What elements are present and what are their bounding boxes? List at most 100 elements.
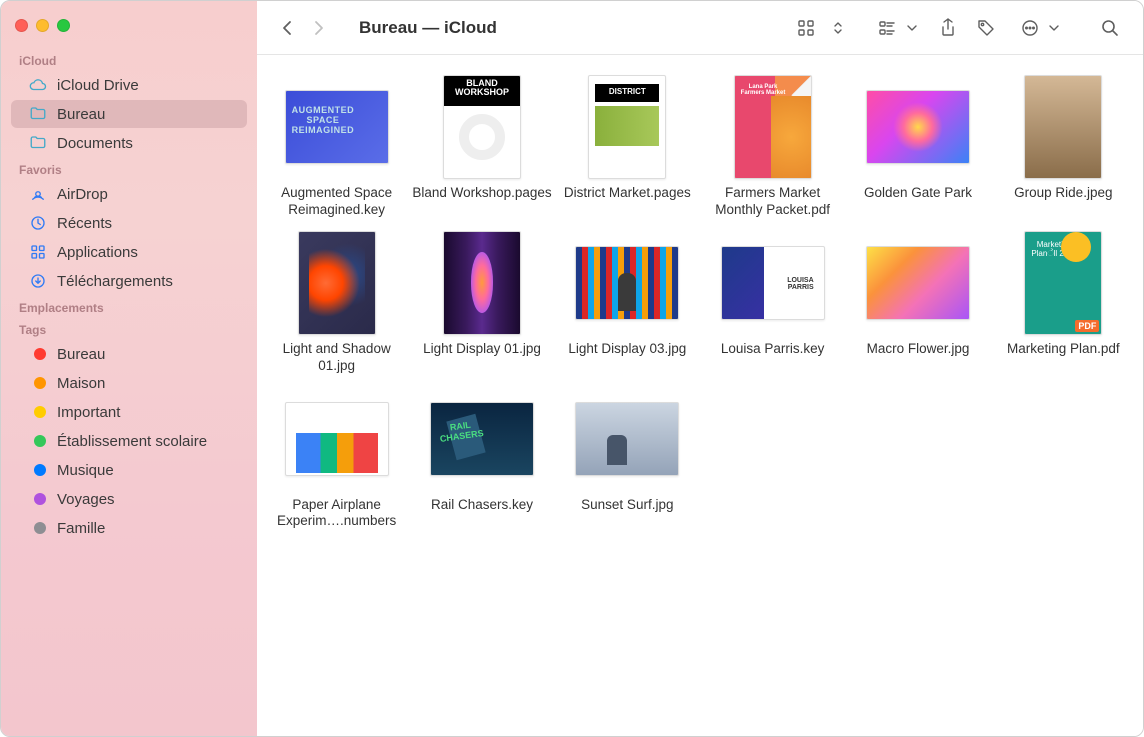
fullscreen-window-button[interactable] xyxy=(57,19,70,32)
sidebar-item-label: Récents xyxy=(57,215,112,232)
sidebar-item-airdrop[interactable]: AirDrop xyxy=(11,180,247,208)
file-name-label: Group Ride.jpeg xyxy=(1014,185,1112,202)
chevron-down-icon[interactable] xyxy=(905,15,919,41)
file-thumbnail xyxy=(430,231,534,335)
view-icon-grid-button[interactable] xyxy=(791,15,821,41)
file-grid-area: Augmented Space Reimagined.keyBLANDWORKS… xyxy=(257,55,1143,736)
file-thumbnail xyxy=(430,387,534,491)
sidebar-item-bureau[interactable]: Bureau xyxy=(11,100,247,128)
clock-icon xyxy=(29,214,47,232)
sidebar-item-label: Bureau xyxy=(57,346,105,363)
file-item[interactable]: Light Display 01.jpg xyxy=(412,231,551,375)
file-item[interactable]: Rail Chasers.key xyxy=(412,387,551,531)
main-pane: Bureau — iCloud xyxy=(257,1,1143,736)
file-thumbnail xyxy=(575,231,679,335)
file-item[interactable]: PDF Marketing Plan.pdf xyxy=(994,231,1133,375)
toolbar: Bureau — iCloud xyxy=(257,1,1143,55)
sidebar-item-label: Famille xyxy=(57,520,105,537)
sidebar-item-voyages[interactable]: Voyages xyxy=(11,485,247,513)
sidebar-item-bureau[interactable]: Bureau xyxy=(11,340,247,368)
file-name-label: Light Display 01.jpg xyxy=(423,341,541,358)
sidebar-section-label: Emplacements xyxy=(1,297,257,317)
sidebar-item-maison[interactable]: Maison xyxy=(11,369,247,397)
back-button[interactable] xyxy=(275,16,299,40)
group-by-button[interactable] xyxy=(873,15,903,41)
file-item[interactable]: LOUISAPARRIS Louisa Parris.key xyxy=(703,231,842,375)
sidebar-item-musique[interactable]: Musique xyxy=(11,456,247,484)
file-name-label: Marketing Plan.pdf xyxy=(1007,341,1120,358)
file-item[interactable]: Macro Flower.jpg xyxy=(848,231,987,375)
close-window-button[interactable] xyxy=(15,19,28,32)
file-name-label: Rail Chasers.key xyxy=(431,497,533,514)
file-thumbnail xyxy=(285,387,389,491)
sidebar: iCloud iCloud Drive Bureau DocumentsFavoris… xyxy=(1,1,257,736)
sidebar-item-label: Bureau xyxy=(57,106,105,123)
share-button[interactable] xyxy=(933,15,963,41)
sidebar-item-applications[interactable]: Applications xyxy=(11,238,247,266)
file-name-label: Light Display 03.jpg xyxy=(568,341,686,358)
file-thumbnail xyxy=(285,75,389,179)
file-thumbnail xyxy=(866,231,970,335)
tag-dot-icon xyxy=(29,519,47,537)
sidebar-item-récents[interactable]: Récents xyxy=(11,209,247,237)
sidebar-item-téléchargements[interactable]: Téléchargements xyxy=(11,267,247,295)
window-controls xyxy=(1,11,257,48)
search-button[interactable] xyxy=(1095,15,1125,41)
more-actions-button[interactable] xyxy=(1015,15,1045,41)
sidebar-item-important[interactable]: Important xyxy=(11,398,247,426)
airdrop-icon xyxy=(29,185,47,203)
file-item[interactable]: Light Display 03.jpg xyxy=(558,231,697,375)
tag-dot-icon xyxy=(29,461,47,479)
sidebar-item-documents[interactable]: Documents xyxy=(11,129,247,157)
file-thumbnail xyxy=(285,231,389,335)
sidebar-item-label: Voyages xyxy=(57,491,115,508)
tags-button[interactable] xyxy=(971,15,1001,41)
file-item[interactable]: DISTRICT District Market.pages xyxy=(558,75,697,219)
view-switcher-chevrons-icon[interactable] xyxy=(823,15,853,41)
file-name-label: Augmented Space Reimagined.key xyxy=(267,185,406,219)
sidebar-item-établissement-scolaire[interactable]: Établissement scolaire xyxy=(11,427,247,455)
file-item[interactable]: Sunset Surf.jpg xyxy=(558,387,697,531)
file-name-label: Louisa Parris.key xyxy=(721,341,825,358)
sidebar-item-icloud-drive[interactable]: iCloud Drive xyxy=(11,71,247,99)
apps-icon xyxy=(29,243,47,261)
file-item[interactable]: Augmented Space Reimagined.key xyxy=(267,75,406,219)
sidebar-item-label: Musique xyxy=(57,462,114,479)
file-name-label: Golden Gate Park xyxy=(864,185,972,202)
file-name-label: Bland Workshop.pages xyxy=(412,185,551,202)
sidebar-item-label: iCloud Drive xyxy=(57,77,139,94)
sidebar-section-label: iCloud xyxy=(1,50,257,70)
folder-icon xyxy=(29,105,47,123)
file-item[interactable]: Paper Airplane Experim….numbers xyxy=(267,387,406,531)
file-name-label: Light and Shadow 01.jpg xyxy=(267,341,406,375)
file-thumbnail: PDF xyxy=(1011,231,1115,335)
sidebar-item-label: Maison xyxy=(57,375,105,392)
forward-button[interactable] xyxy=(307,16,331,40)
file-item[interactable]: Light and Shadow 01.jpg xyxy=(267,231,406,375)
file-item[interactable]: Group Ride.jpeg xyxy=(994,75,1133,219)
file-name-label: Paper Airplane Experim….numbers xyxy=(267,497,406,531)
sidebar-item-label: Établissement scolaire xyxy=(57,433,207,450)
file-item[interactable]: Golden Gate Park xyxy=(848,75,987,219)
file-thumbnail: Lana ParkFarmers Market xyxy=(721,75,825,179)
chevron-down-icon[interactable] xyxy=(1047,15,1061,41)
file-name-label: Macro Flower.jpg xyxy=(867,341,970,358)
tag-dot-icon xyxy=(29,432,47,450)
file-item[interactable]: Lana ParkFarmers Market Farmers Market Mo… xyxy=(703,75,842,219)
file-thumbnail xyxy=(1011,75,1115,179)
minimize-window-button[interactable] xyxy=(36,19,49,32)
file-thumbnail: LOUISAPARRIS xyxy=(721,231,825,335)
download-icon xyxy=(29,272,47,290)
sidebar-item-famille[interactable]: Famille xyxy=(11,514,247,542)
sidebar-item-label: Téléchargements xyxy=(57,273,173,290)
tag-dot-icon xyxy=(29,403,47,421)
sidebar-section-label: Favoris xyxy=(1,159,257,179)
file-item[interactable]: BLANDWORKSHOPBland Workshop.pages xyxy=(412,75,551,219)
tag-dot-icon xyxy=(29,490,47,508)
sidebar-item-label: Important xyxy=(57,404,120,421)
file-name-label: District Market.pages xyxy=(564,185,691,202)
window-title: Bureau — iCloud xyxy=(359,18,497,38)
sidebar-item-label: Applications xyxy=(57,244,138,261)
file-thumbnail: DISTRICT xyxy=(575,75,679,179)
file-name-label: Farmers Market Monthly Packet.pdf xyxy=(703,185,842,219)
